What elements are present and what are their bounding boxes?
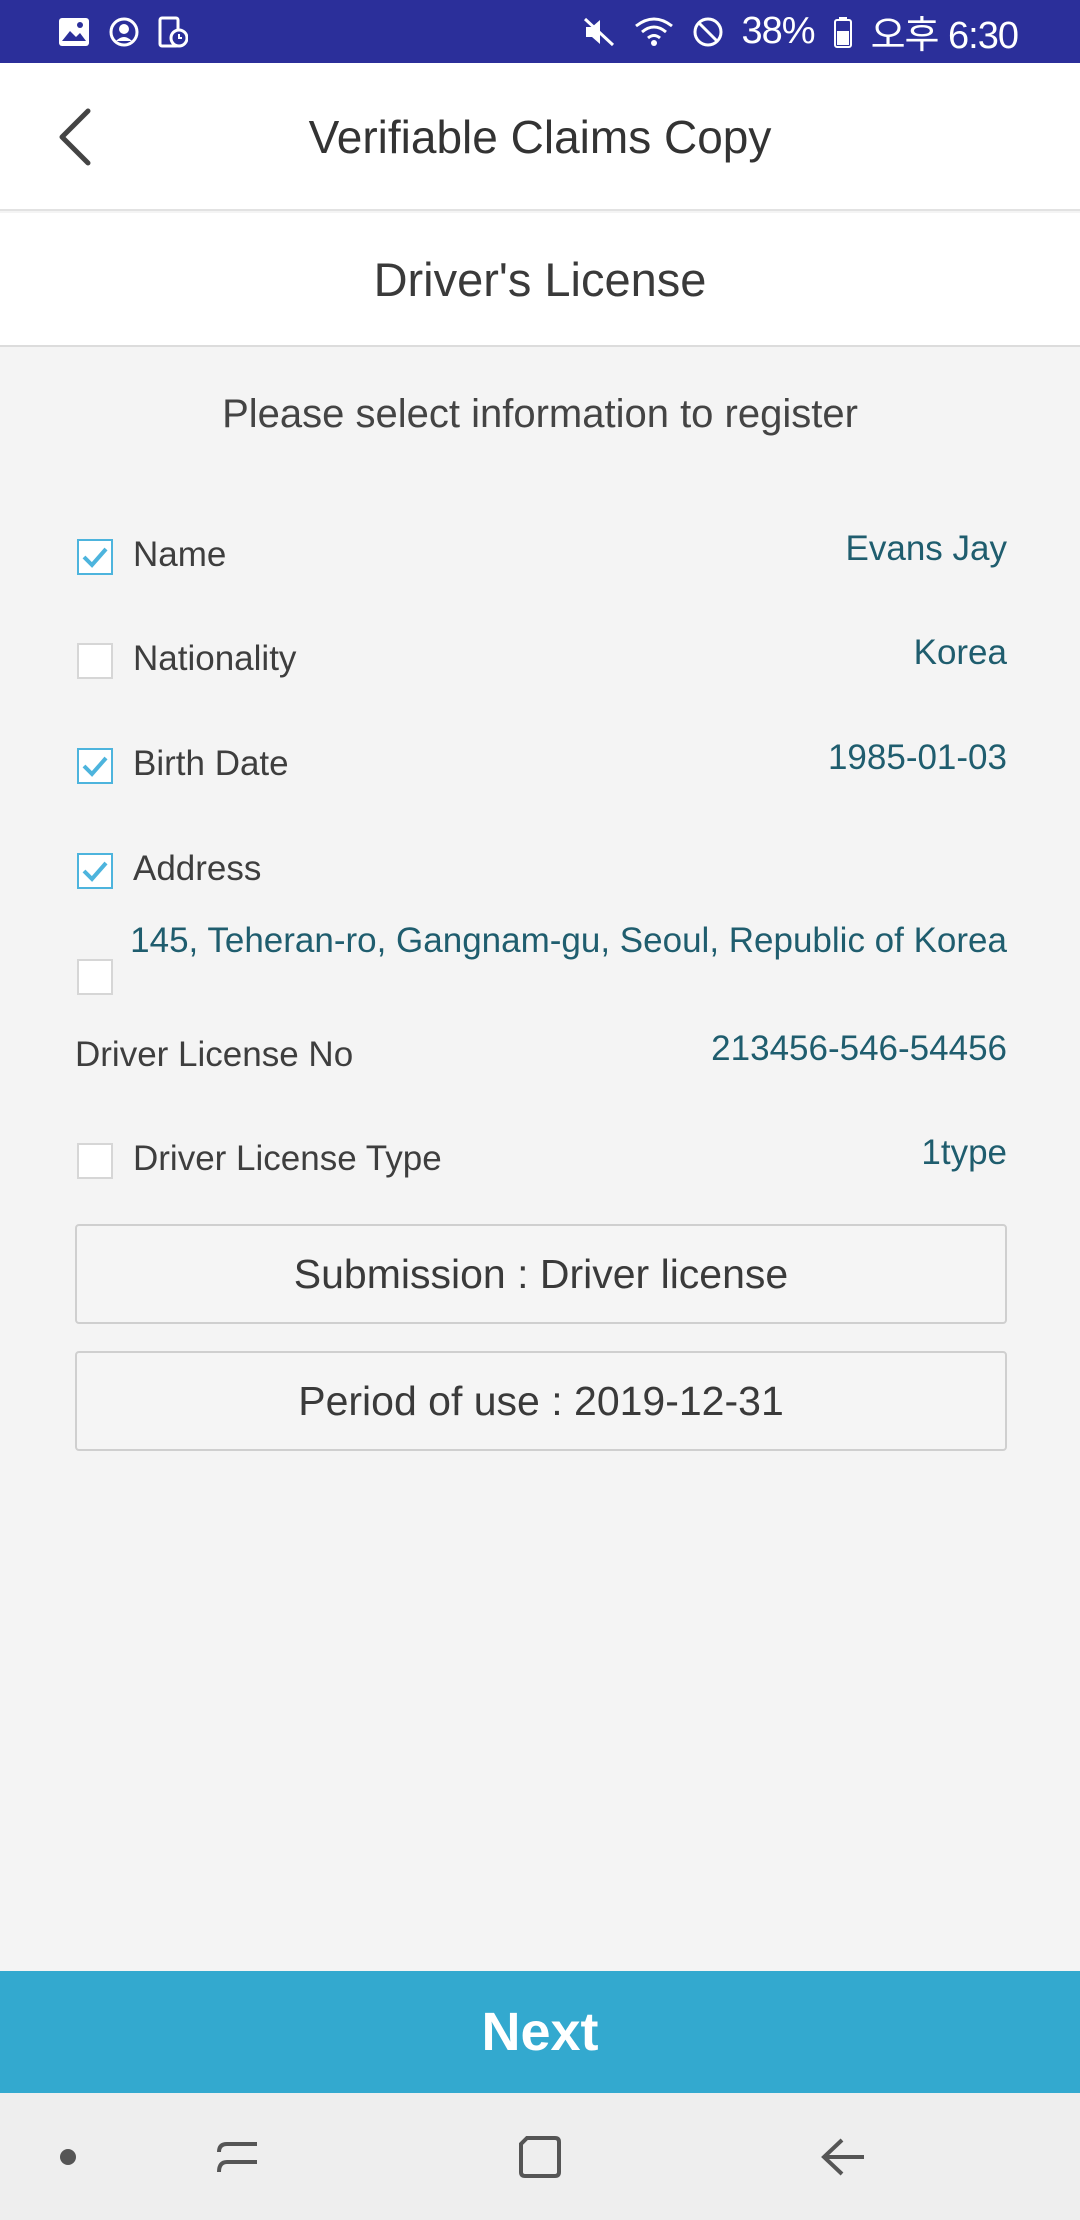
- field-value: Evans Jay: [845, 529, 1007, 568]
- field-row-nationality: Nationality Korea: [75, 631, 1007, 691]
- mute-icon: [582, 16, 616, 48]
- field-label: Address: [133, 849, 262, 888]
- field-row-address-detail: 145, Teheran-ro, Gangnam-gu, Seoul, Repu…: [75, 919, 1007, 1007]
- battery-icon: [833, 16, 853, 48]
- back-arrow-icon[interactable]: [803, 2121, 883, 2193]
- account-circle-icon: [108, 16, 140, 48]
- field-value: 213456-546-54456: [711, 1029, 1007, 1068]
- instruction-text: Please select information to register: [222, 392, 858, 436]
- checkmark-icon: [82, 861, 108, 882]
- period-of-use-box: Period of use : 2019-12-31: [75, 1351, 1007, 1451]
- address-value: 145, Teheran-ro, Gangnam-gu, Seoul, Repu…: [130, 921, 1007, 960]
- field-label: Driver License No: [75, 1035, 354, 1074]
- field-row-name: Name Evans Jay: [75, 527, 1007, 587]
- field-value: 1type: [921, 1133, 1007, 1172]
- field-value: 1985-01-03: [827, 738, 1007, 777]
- page-title: Verifiable Claims Copy: [308, 111, 772, 163]
- field-value: Korea: [913, 633, 1007, 672]
- field-row-license-type: Driver License Type 1type: [75, 1131, 1007, 1191]
- device-clock-icon: [158, 16, 188, 48]
- home-icon[interactable]: [500, 2121, 580, 2193]
- dot-icon[interactable]: [28, 2121, 108, 2193]
- field-label: Birth Date: [133, 744, 289, 783]
- app-header: Verifiable Claims Copy: [0, 63, 1080, 211]
- field-row-birth-date: Birth Date 1985-01-03: [75, 736, 1007, 796]
- next-button[interactable]: Next: [0, 1971, 1080, 2093]
- nationality-checkbox[interactable]: [77, 643, 113, 679]
- name-checkbox[interactable]: [77, 539, 113, 575]
- status-right-icons: 38% 오후 6:30: [582, 4, 1019, 59]
- do-not-disturb-icon: [692, 16, 724, 48]
- address-detail-checkbox[interactable]: [77, 959, 113, 995]
- field-label: Name: [133, 535, 227, 574]
- field-label: Nationality: [133, 639, 297, 678]
- birth-date-checkbox[interactable]: [77, 748, 113, 784]
- field-row-address: Address: [75, 841, 1007, 901]
- clock: 오후 6:30: [870, 15, 1019, 57]
- field-label: Driver License Type: [133, 1139, 442, 1178]
- license-type-checkbox[interactable]: [77, 1143, 113, 1179]
- section-title: Driver's License: [0, 213, 1080, 347]
- status-left-icons: [58, 16, 188, 48]
- system-nav-bar: [0, 2093, 1080, 2220]
- status-bar: 38% 오후 6:30: [0, 0, 1080, 63]
- field-row-license-no: Driver License No 213456-546-54456: [75, 1027, 1007, 1087]
- address-checkbox[interactable]: [77, 853, 113, 889]
- submission-box: Submission : Driver license: [75, 1224, 1007, 1324]
- battery-percent: 38%: [741, 10, 816, 52]
- wifi-icon: [634, 16, 674, 48]
- checkmark-icon: [82, 756, 108, 777]
- checkmark-icon: [82, 547, 108, 568]
- gallery-icon: [58, 17, 90, 47]
- recent-apps-icon[interactable]: [198, 2121, 278, 2193]
